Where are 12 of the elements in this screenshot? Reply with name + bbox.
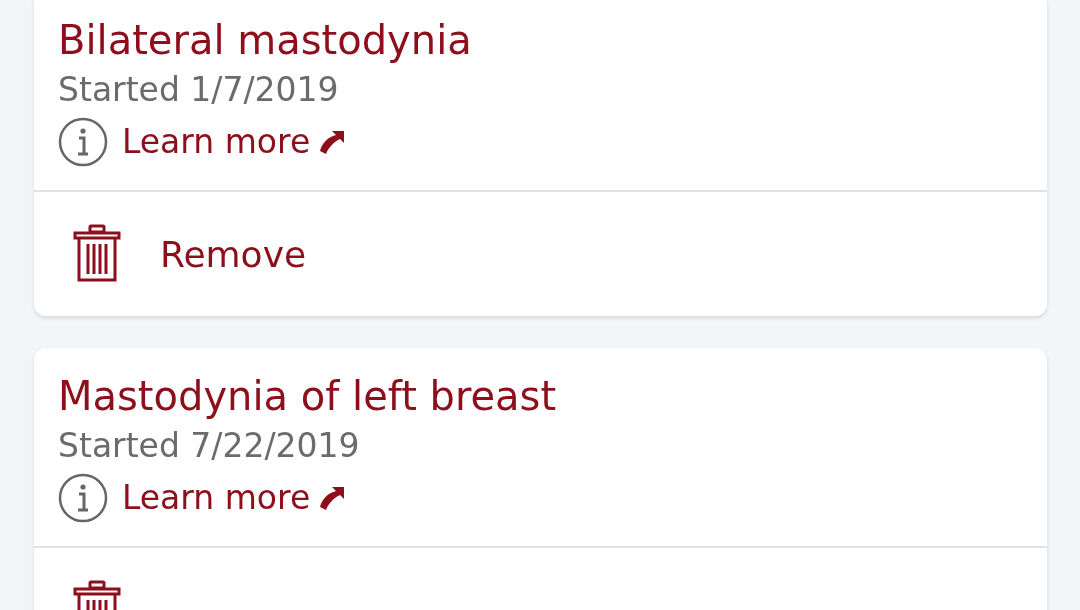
condition-title: Bilateral mastodynia	[58, 16, 473, 65]
condition-title: Mastodynia of left breast	[58, 372, 558, 421]
external-link-arrow-icon	[318, 485, 347, 511]
info-icon	[58, 473, 108, 523]
start-date: Started 7/22/2019	[58, 425, 361, 467]
start-date: Started 1/7/2019	[58, 69, 340, 111]
external-link-arrow-icon	[318, 129, 347, 155]
learn-more-link[interactable]: Learn more	[122, 118, 347, 166]
learn-more-link[interactable]: Learn more	[122, 474, 347, 522]
trash-icon[interactable]	[72, 224, 122, 284]
info-icon	[58, 117, 108, 167]
remove-button[interactable]: Remove	[160, 233, 307, 275]
